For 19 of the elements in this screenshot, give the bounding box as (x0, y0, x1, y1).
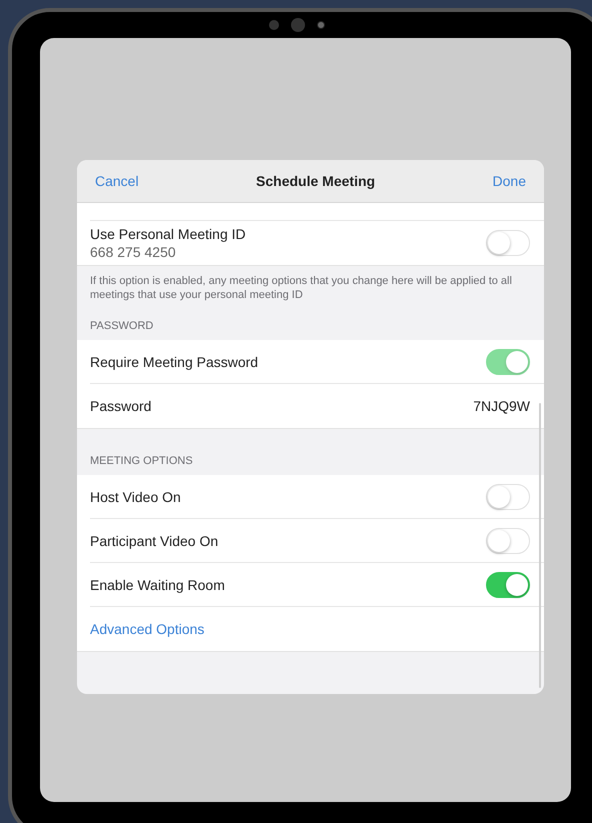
footnote-text: If this option is enabled, any meeting options that you change here will be applied to all meetings that use your personal meeting ID (89, 274, 513, 303)
done-button[interactable]: Done (492, 173, 526, 189)
section-header: PASSWORD (89, 319, 154, 334)
lens-icon (317, 21, 325, 29)
row-label: Password (90, 398, 152, 414)
section-header: MEETING OPTIONS (89, 454, 194, 469)
row-label: Host Video On (90, 488, 181, 504)
row-label: Use Personal Meeting ID (90, 226, 246, 242)
toggle-switch[interactable] (486, 572, 530, 598)
nav-title: Schedule Meeting (256, 173, 376, 189)
meeting-id-text: 668 275 4250 (90, 244, 177, 260)
sensor-icon (269, 20, 279, 30)
advanced-options-link[interactable]: Advanced Options (90, 621, 204, 637)
password-value: 7NJQ9W (473, 398, 530, 414)
cancel-button[interactable]: Cancel (95, 173, 139, 189)
row-label: Participant Video On (90, 532, 218, 548)
row-label: Require Meeting Password (90, 354, 258, 370)
camera-icon (291, 18, 305, 32)
row-label: Enable Waiting Room (90, 576, 225, 592)
